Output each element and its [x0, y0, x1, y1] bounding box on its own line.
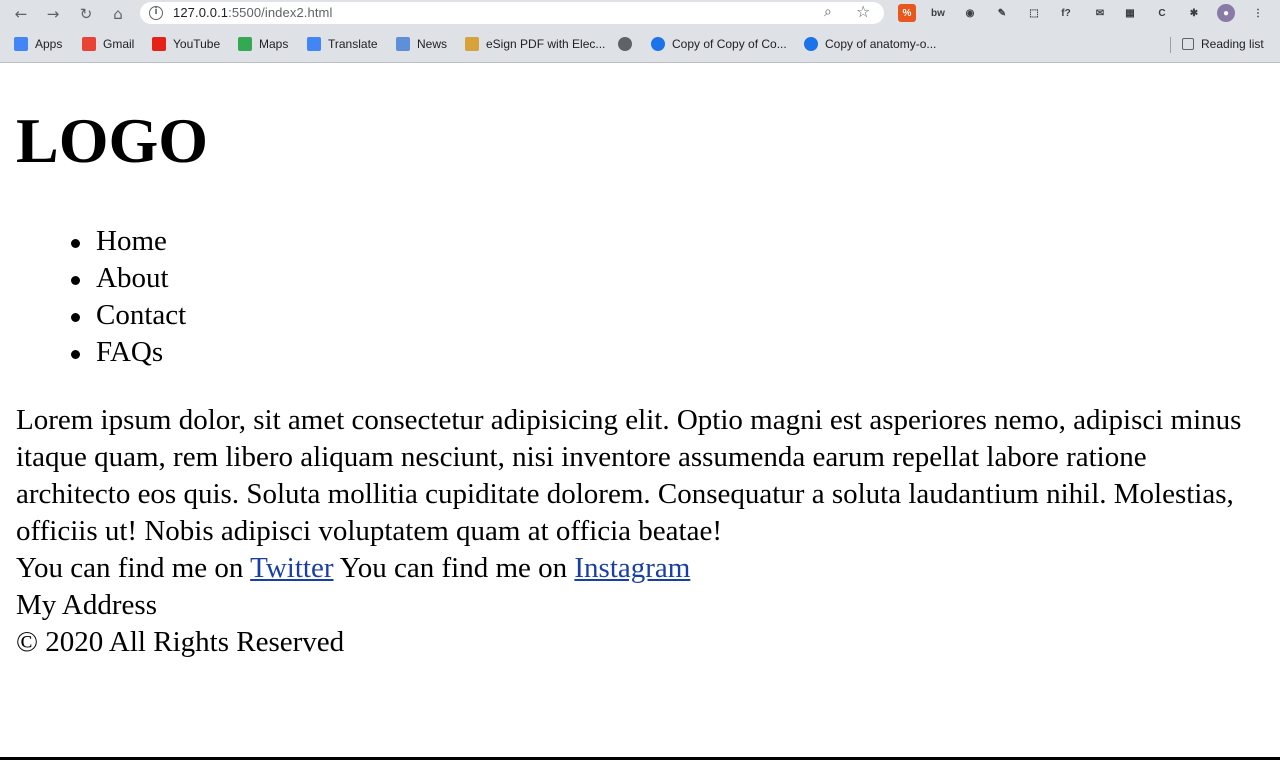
address-text: My Address [16, 589, 157, 621]
bookmark-favicon-icon [14, 37, 28, 51]
bookmarks-separator [1170, 37, 1171, 53]
intro-paragraph: Lorem ipsum dolor, sit amet consectetur … [16, 404, 1242, 547]
home-icon[interactable]: ⌂ [107, 3, 129, 25]
find-me-text-2: You can find me on [339, 552, 568, 584]
nav-list: Home About Contact FAQs [70, 223, 186, 371]
browser-chrome: ← → ↻ ⌂ i 127.0.0.1:5500/index2.html ⌕ ☆… [0, 0, 1280, 63]
address-bar[interactable]: i 127.0.0.1:5500/index2.html ⌕ ☆ [140, 2, 884, 24]
bookmarks-bar: Apps Gmail YouTube Maps Translate News eSign P… [0, 31, 1280, 57]
ext-function-icon[interactable]: f? [1057, 4, 1075, 22]
bookmark-favicon-icon [651, 37, 665, 51]
bookmark-item[interactable]: eSign PDF with Elec... [465, 36, 605, 52]
bookmark-item[interactable]: Apps [14, 36, 62, 52]
copyright-text: © 2020 All Rights Reserved [16, 626, 345, 658]
instagram-link[interactable]: Instagram [574, 552, 690, 584]
bookmark-item[interactable]: YouTube [152, 36, 220, 52]
bookmark-label: Apps [35, 37, 63, 51]
page-content: Lorem ipsum dolor, sit amet consectetur … [16, 402, 1266, 661]
bookmark-item[interactable]: Maps [238, 36, 288, 52]
social-line: You can find me on Twitter You can find … [16, 550, 1266, 587]
nav-item-contact: Contact [70, 297, 186, 334]
bookmark-item[interactable]: Copy of Copy of Co... [651, 36, 787, 52]
reading-list-label: Reading list [1201, 37, 1264, 51]
twitter-link[interactable]: Twitter [250, 552, 333, 584]
url-path: :5500/index2.html [228, 5, 333, 20]
bookmark-favicon-icon [238, 37, 252, 51]
ext-c-icon[interactable]: C [1153, 4, 1171, 22]
ext-eyedropper-icon[interactable]: ✎ [993, 4, 1011, 22]
reading-list-button[interactable]: Reading list [1182, 36, 1264, 52]
bookmark-favicon-icon [152, 37, 166, 51]
bookmark-item[interactable]: Copy of anatomy-o... [804, 36, 936, 52]
profile-avatar[interactable]: ● [1217, 4, 1235, 22]
ext-translate-icon[interactable]: ✉ [1091, 4, 1109, 22]
reading-list-icon [1182, 38, 1194, 50]
zoom-icon[interactable]: ⌕ [824, 4, 832, 20]
nav-item-home: Home [70, 223, 186, 260]
web-page: LOGO Home About Contact FAQs Lorem ipsum… [0, 63, 1280, 758]
bookmark-label: Translate [328, 37, 378, 51]
bookmark-item[interactable]: Translate [307, 36, 378, 52]
bookmark-favicon-icon [465, 37, 479, 51]
bookmark-label: News [417, 37, 448, 51]
back-icon[interactable]: ← [10, 3, 32, 25]
bookmark-favicon-icon [804, 37, 818, 51]
bookmark-label: Gmail [103, 37, 135, 51]
bookmark-item[interactable] [618, 36, 639, 52]
find-me-text: You can find me on [16, 552, 244, 584]
bookmark-favicon-icon [82, 37, 96, 51]
bookmark-item[interactable]: Gmail [82, 36, 134, 52]
bookmark-star-icon[interactable]: ☆ [856, 2, 870, 21]
bookmark-label: Copy of anatomy-o... [825, 37, 937, 51]
bookmark-label: Copy of Copy of Co... [672, 37, 787, 51]
bookmark-favicon-icon [396, 37, 410, 51]
bookmark-label: Maps [259, 37, 289, 51]
bookmark-item[interactable]: News [396, 36, 447, 52]
ext-orange-icon[interactable]: % [898, 4, 916, 22]
menu-dots-icon[interactable]: ⋮ [1249, 4, 1267, 22]
forward-icon[interactable]: → [42, 3, 64, 25]
url-host: 127.0.0.1 [173, 5, 229, 20]
site-info-icon[interactable]: i [149, 6, 163, 20]
reload-icon[interactable]: ↻ [75, 3, 97, 25]
page-logo: LOGO [16, 105, 209, 176]
bookmark-label: eSign PDF with Elec... [486, 37, 606, 51]
nav-item-faqs: FAQs [70, 334, 186, 371]
ext-puzzle-icon[interactable]: ✱ [1185, 4, 1203, 22]
bookmark-favicon-icon [618, 37, 632, 51]
ext-squares-icon[interactable]: ▦ [1121, 4, 1139, 22]
browser-toolbar: ← → ↻ ⌂ i 127.0.0.1:5500/index2.html ⌕ ☆… [0, 0, 1280, 28]
ext-target-icon[interactable]: ◉ [961, 4, 979, 22]
ext-bw-icon[interactable]: bw [929, 4, 947, 22]
bookmark-favicon-icon [307, 37, 321, 51]
bookmark-label: YouTube [173, 37, 221, 51]
ext-dashed-icon[interactable]: ⬚ [1025, 4, 1043, 22]
url-text[interactable]: 127.0.0.1:5500/index2.html [173, 5, 332, 20]
nav-item-about: About [70, 260, 186, 297]
